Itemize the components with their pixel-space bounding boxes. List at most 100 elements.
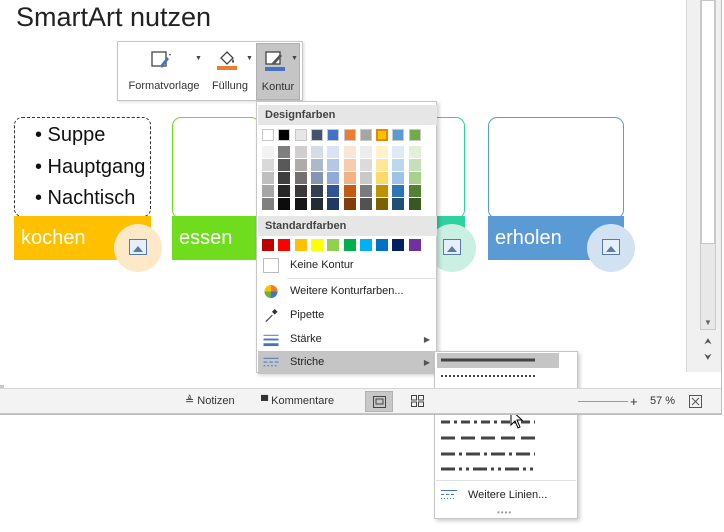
smartart-shape-label[interactable]: essen xyxy=(172,216,260,260)
theme-shade-swatch[interactable] xyxy=(392,185,405,197)
theme-shade-swatch[interactable] xyxy=(327,198,340,210)
theme-color-swatch[interactable] xyxy=(408,129,421,141)
theme-shade-swatch[interactable] xyxy=(327,159,340,171)
theme-shade-swatch[interactable] xyxy=(359,185,372,197)
chevron-down-icon[interactable]: ▼ xyxy=(195,55,202,62)
dash-style-dash-dot[interactable] xyxy=(437,415,559,430)
no-outline-item[interactable]: Keine Kontur xyxy=(258,254,437,277)
dashes-item[interactable]: Striche ▶ xyxy=(258,351,437,374)
theme-shade-swatch[interactable] xyxy=(376,146,389,158)
normal-view-button[interactable] xyxy=(365,391,393,412)
theme-shade-swatch[interactable] xyxy=(376,159,389,171)
theme-shade-swatch[interactable] xyxy=(327,146,340,158)
standard-color-swatch[interactable] xyxy=(294,239,307,251)
smartart-shape-box[interactable] xyxy=(172,117,260,219)
theme-shade-swatch[interactable] xyxy=(294,159,307,171)
slide-sorter-button[interactable] xyxy=(404,391,432,412)
theme-shade-swatch[interactable] xyxy=(310,159,323,171)
fit-to-window-icon[interactable] xyxy=(689,395,702,408)
theme-color-swatch[interactable] xyxy=(262,129,274,141)
more-outline-colors-item[interactable]: Weitere Konturfarben... xyxy=(258,280,437,303)
chevron-down-icon[interactable]: ▼ xyxy=(291,55,298,62)
standard-color-swatch[interactable] xyxy=(408,239,421,251)
theme-shade-swatch[interactable] xyxy=(408,159,421,171)
theme-shade-swatch[interactable] xyxy=(359,198,372,210)
theme-shade-swatch[interactable] xyxy=(278,185,291,197)
theme-shade-swatch[interactable] xyxy=(343,185,356,197)
theme-shade-swatch[interactable] xyxy=(392,159,405,171)
theme-shade-swatch[interactable] xyxy=(408,185,421,197)
outline-button[interactable]: Kontur xyxy=(256,43,300,100)
standard-color-swatch[interactable] xyxy=(343,239,356,251)
slide-title[interactable]: SmartArt nutzen xyxy=(16,2,211,33)
theme-shade-swatch[interactable] xyxy=(278,159,291,171)
theme-shade-swatch[interactable] xyxy=(294,172,307,184)
scroll-down-icon[interactable]: ▼ xyxy=(700,316,716,330)
theme-color-swatch[interactable] xyxy=(278,129,291,141)
theme-shade-swatch[interactable] xyxy=(327,172,340,184)
chevron-down-icon[interactable]: ▼ xyxy=(246,55,253,62)
standard-color-swatch[interactable] xyxy=(262,239,274,251)
theme-shade-swatch[interactable] xyxy=(392,172,405,184)
standard-color-swatch[interactable] xyxy=(359,239,372,251)
standard-color-swatch[interactable] xyxy=(392,239,405,251)
notes-button[interactable]: ≜ Notizen xyxy=(185,389,235,414)
smartart-shape-box[interactable] xyxy=(488,117,624,219)
theme-shade-swatch[interactable] xyxy=(294,198,307,210)
theme-shade-swatch[interactable] xyxy=(310,172,323,184)
theme-shade-swatch[interactable] xyxy=(376,198,389,210)
standard-color-swatch[interactable] xyxy=(310,239,323,251)
theme-shade-swatch[interactable] xyxy=(343,198,356,210)
theme-shade-swatch[interactable] xyxy=(408,146,421,158)
theme-shade-swatch[interactable] xyxy=(392,146,405,158)
resize-grip-icon[interactable]: •••• xyxy=(497,508,512,517)
comments-button[interactable]: ▀ Kommentare xyxy=(261,389,334,414)
zoom-slider-track[interactable] xyxy=(578,401,628,402)
standard-color-swatch[interactable] xyxy=(327,239,340,251)
theme-shade-swatch[interactable] xyxy=(327,185,340,197)
theme-color-swatch[interactable] xyxy=(376,129,389,141)
previous-slide-icon[interactable]: ⮝ xyxy=(700,334,716,348)
theme-shade-swatch[interactable] xyxy=(262,185,274,197)
dash-style-long-dash-dot-dot[interactable] xyxy=(437,462,559,477)
theme-shade-swatch[interactable] xyxy=(376,185,389,197)
theme-color-swatch[interactable] xyxy=(310,129,323,141)
theme-shade-swatch[interactable] xyxy=(376,172,389,184)
weight-item[interactable]: Stärke ▶ xyxy=(258,328,437,351)
next-slide-icon[interactable]: ⮟ xyxy=(700,350,716,364)
theme-shade-swatch[interactable] xyxy=(359,172,372,184)
zoom-level[interactable]: 57 % xyxy=(650,389,675,414)
standard-color-swatch[interactable] xyxy=(376,239,389,251)
theme-shade-swatch[interactable] xyxy=(262,172,274,184)
theme-shade-swatch[interactable] xyxy=(343,159,356,171)
theme-shade-swatch[interactable] xyxy=(408,172,421,184)
eyedropper-item[interactable]: Pipette xyxy=(258,304,437,327)
theme-shade-swatch[interactable] xyxy=(310,185,323,197)
format-style-button[interactable]: Formatvorlage xyxy=(124,43,204,100)
theme-shade-swatch[interactable] xyxy=(310,198,323,210)
zoom-in-icon[interactable]: + xyxy=(630,389,638,414)
picture-placeholder[interactable] xyxy=(587,224,635,272)
theme-shade-swatch[interactable] xyxy=(392,198,405,210)
theme-shade-swatch[interactable] xyxy=(359,146,372,158)
theme-shade-swatch[interactable] xyxy=(343,172,356,184)
theme-shade-swatch[interactable] xyxy=(294,146,307,158)
vertical-scrollbar[interactable]: ▼ ⮝ ⮟ xyxy=(686,0,722,372)
theme-shade-swatch[interactable] xyxy=(278,172,291,184)
theme-color-swatch[interactable] xyxy=(327,129,340,141)
dash-style-solid[interactable] xyxy=(437,353,559,368)
theme-color-swatch[interactable] xyxy=(359,129,372,141)
dash-style-long-dash-dot[interactable] xyxy=(437,447,559,462)
theme-shade-swatch[interactable] xyxy=(343,146,356,158)
theme-shade-swatch[interactable] xyxy=(278,198,291,210)
theme-shade-swatch[interactable] xyxy=(310,146,323,158)
theme-color-swatch[interactable] xyxy=(392,129,405,141)
theme-shade-swatch[interactable] xyxy=(262,159,274,171)
theme-color-swatch[interactable] xyxy=(294,129,307,141)
scrollbar-thumb[interactable] xyxy=(701,0,715,244)
more-lines-item[interactable]: Weitere Linien... xyxy=(436,484,577,506)
theme-shade-swatch[interactable] xyxy=(278,146,291,158)
picture-placeholder[interactable] xyxy=(114,224,162,272)
theme-shade-swatch[interactable] xyxy=(359,159,372,171)
standard-color-swatch[interactable] xyxy=(278,239,291,251)
